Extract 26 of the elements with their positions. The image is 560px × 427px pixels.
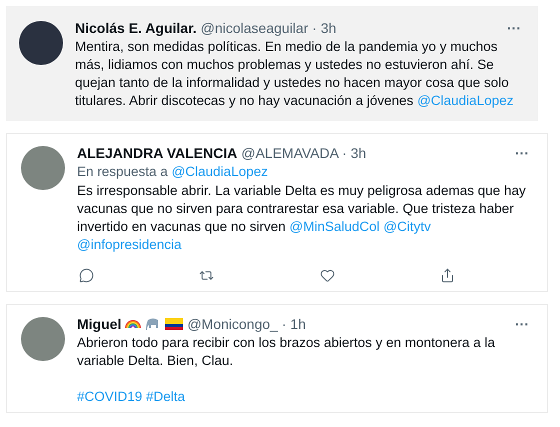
rainbow-icon — [125, 320, 142, 328]
link[interactable]: @infopresidencia — [77, 237, 182, 252]
author-name: Miguel — [77, 316, 122, 332]
avatar — [19, 21, 63, 65]
tweet-text: Es irresponsable abrir. La variable Delta es muy peligrosa ademas que hay vacunas que no sirven para contrarestar esa variable. Que tristeza haber invertido en vacunas que no sirven @MinSaludCol @Citytv @infopresidencia — [77, 182, 527, 254]
more-button[interactable]: ··· — [503, 20, 525, 36]
tweet-text: Mentira, son medidas políticas. En medio de la pandemia yo y muchos más, lidiamos con muchos problemas y ustedes no estuvieron ahí. Se quejan tanto de la informalidad y ustedes no hacen mayor cosa que solo titulares. Abrir discotecas y no hay vacunación a jóvenes @ClaudiaLopez — [75, 38, 514, 110]
more-button[interactable]: ··· — [511, 316, 533, 332]
reply-icon[interactable] — [77, 266, 96, 285]
tweet-text: Abrieron todo para recibir con los brazos abiertos y en montonera a la variable Delta. Bien, Clau. — [77, 334, 496, 370]
link[interactable]: @MinSaludCol — [289, 219, 380, 234]
reply-context: En respuesta a @ClaudiaLopez — [77, 163, 269, 181]
handle-and-time: @nicolaseaguilar · 3h — [200, 20, 336, 36]
link[interactable]: @Citytv — [383, 219, 431, 234]
author-name: Nicolás E. Aguilar. — [75, 20, 197, 36]
author-name: ALEJANDRA VALENCIA — [77, 145, 238, 161]
link[interactable]: #COVID19 — [77, 389, 142, 404]
mention-link[interactable]: @ClaudiaLopez — [172, 164, 268, 179]
flag-icon — [165, 318, 184, 330]
handle-and-time: @Monicongo_ · 1h — [187, 316, 306, 332]
more-button[interactable]: ··· — [511, 145, 533, 161]
handle-and-time: @ALEMAVADA · 3h — [241, 145, 366, 161]
link[interactable]: #Delta — [146, 389, 186, 404]
avatar — [21, 146, 65, 190]
avatar — [21, 317, 65, 361]
link[interactable]: @ClaudiaLopez — [417, 93, 514, 108]
